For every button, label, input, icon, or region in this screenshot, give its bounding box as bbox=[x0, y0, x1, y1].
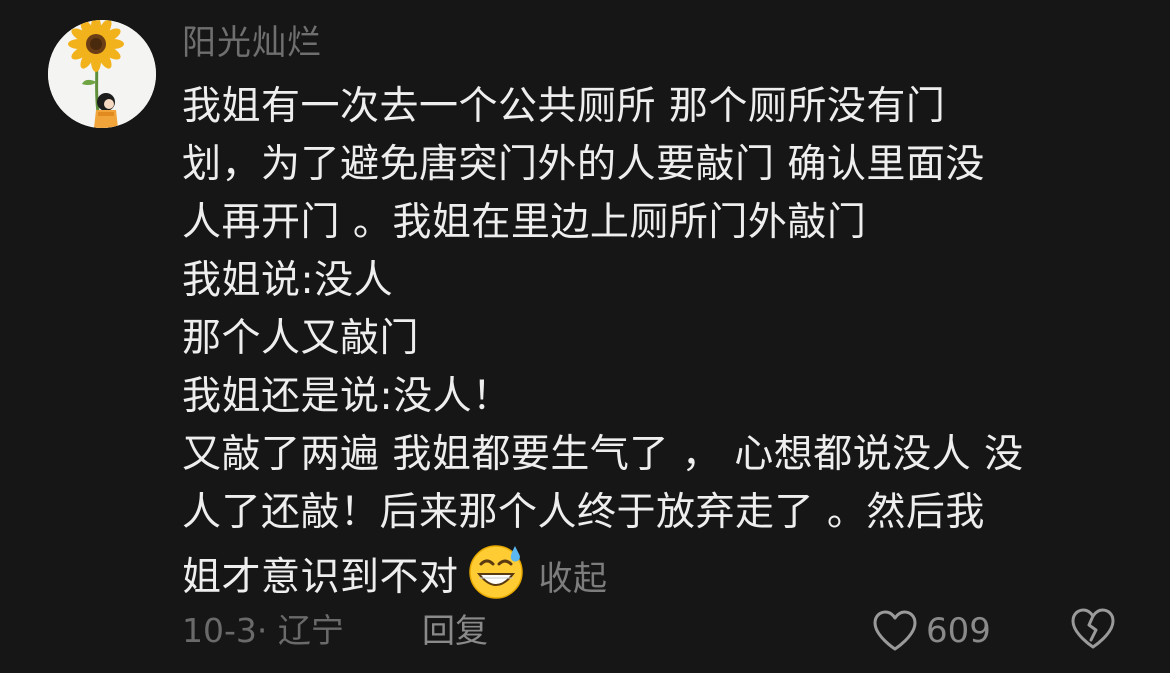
comment-line: 划，为了避免唐突门外的人要敲门 确认里面没 bbox=[182, 142, 985, 187]
collapse-button[interactable]: 收起 bbox=[539, 559, 608, 599]
grinning-sweat-emoji-icon bbox=[467, 542, 525, 600]
heart-icon bbox=[873, 610, 917, 651]
comment-line: 我姐有一次去一个公共厕所 那个厕所没有门 bbox=[182, 84, 946, 129]
dislike-button[interactable] bbox=[1070, 608, 1116, 664]
comment-line: 我姐说:没人 bbox=[182, 258, 394, 303]
comment-line: 又敲了两遍 我姐都要生气了 ， 心想都说没人 没 bbox=[182, 432, 1024, 477]
comment-line: 那个人又敲门 bbox=[182, 316, 420, 361]
comment-item: 阳光灿烂 我姐有一次去一个公共厕所 那个厕所没有门 划，为了避免唐突门外的人要敲… bbox=[0, 0, 1170, 673]
broken-heart-icon bbox=[1071, 608, 1115, 649]
like-button[interactable]: 609 bbox=[872, 606, 991, 656]
avatar[interactable] bbox=[48, 20, 156, 128]
sunflower-girl-avatar-icon bbox=[48, 20, 156, 128]
comment-footer: 10-3· 辽宁 回复 609 bbox=[182, 606, 1132, 656]
comment-text: 我姐有一次去一个公共厕所 那个厕所没有门 划，为了避免唐突门外的人要敲门 确认里… bbox=[182, 78, 1142, 600]
comment-line: 姐才意识到不对 bbox=[182, 555, 459, 600]
comment-line: 人再开门 。我姐在里边上厕所门外敲门 bbox=[182, 200, 867, 245]
comment-last-line: 姐才意识到不对 收起 bbox=[182, 542, 1142, 600]
comment-line: 我姐还是说:没人！ bbox=[182, 374, 512, 419]
reply-button[interactable]: 回复 bbox=[422, 606, 488, 656]
comment-line: 人了还敲！后来那个人终于放弃走了 。然后我 bbox=[182, 490, 985, 535]
like-count: 609 bbox=[926, 611, 991, 651]
username[interactable]: 阳光灿烂 bbox=[182, 20, 322, 66]
comment-meta: 10-3· 辽宁 bbox=[182, 611, 344, 650]
